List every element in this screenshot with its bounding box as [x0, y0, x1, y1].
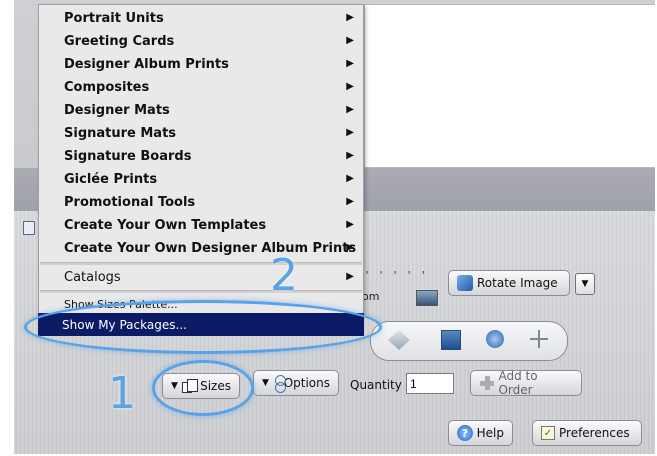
- submenu-arrow-icon: ▶: [346, 12, 354, 23]
- menu-item-label: Greeting Cards: [64, 34, 175, 49]
- add-to-order-button[interactable]: Add to Order: [470, 369, 582, 397]
- menu-item-label: Catalogs: [64, 270, 121, 285]
- rotate-image-button[interactable]: Rotate Image: [448, 270, 570, 296]
- rotate-dropdown-button[interactable]: ▼: [575, 273, 595, 295]
- help-label: Help: [476, 426, 504, 440]
- submenu-arrow-icon: ▶: [346, 104, 354, 115]
- menu-item-catalogs[interactable]: Catalogs ▶: [40, 266, 362, 289]
- menu-item-label: Designer Mats: [64, 103, 170, 118]
- callout-ring-step-1: [152, 360, 254, 416]
- sizes-dropdown-menu: Portrait Units ▶ Greeting Cards ▶ Designer…: [38, 4, 364, 316]
- submenu-arrow-icon: ▶: [346, 219, 354, 230]
- menu-item-designer-album-prints[interactable]: Designer Album Prints ▶: [40, 53, 362, 76]
- refresh-icon[interactable]: [486, 330, 504, 348]
- options-icon: [273, 375, 286, 393]
- quantity-field[interactable]: [406, 373, 454, 394]
- help-icon: ?: [457, 425, 473, 441]
- submenu-arrow-icon: ▶: [346, 242, 354, 253]
- menu-item-designer-mats[interactable]: Designer Mats ▶: [40, 99, 362, 122]
- submenu-arrow-icon: ▶: [346, 173, 354, 184]
- menu-item-signature-boards[interactable]: Signature Boards ▶: [40, 145, 362, 168]
- callout-ring-step-2: [24, 300, 382, 354]
- submenu-arrow-icon: ▶: [346, 196, 354, 207]
- submenu-arrow-icon: ▶: [346, 127, 354, 138]
- preferences-label: Preferences: [559, 426, 630, 440]
- menu-item-label: Portrait Units: [64, 11, 164, 26]
- step-2-number: 2: [270, 250, 298, 301]
- chevron-down-icon: ▼: [262, 378, 269, 388]
- submenu-arrow-icon: ▶: [346, 35, 354, 46]
- submenu-arrow-icon: ▶: [346, 58, 354, 69]
- menu-item-label: Promotional Tools: [64, 195, 196, 210]
- thumbnail-icon[interactable]: [416, 290, 438, 306]
- submenu-arrow-icon: ▶: [346, 150, 354, 161]
- chevron-down-icon: ▼: [581, 279, 589, 289]
- frame-icon: [23, 221, 35, 235]
- menu-item-label: Create Your Own Templates: [64, 218, 267, 233]
- menu-item-signature-mats[interactable]: Signature Mats ▶: [40, 122, 362, 145]
- submenu-arrow-icon: ▶: [346, 271, 354, 282]
- zoom-label: om: [362, 290, 380, 303]
- menu-item-label: Create Your Own Designer Album Prints: [64, 241, 357, 256]
- menu-item-promotional-tools[interactable]: Promotional Tools ▶: [40, 191, 362, 214]
- rotate-image-label: Rotate Image: [477, 276, 558, 290]
- menu-item-portrait-units[interactable]: Portrait Units ▶: [40, 7, 362, 30]
- add-to-order-label: Add to Order: [498, 369, 538, 397]
- fit-icon[interactable]: [441, 330, 461, 350]
- options-label: Options: [283, 376, 330, 390]
- image-preview: [364, 4, 655, 168]
- menu-item-label: Signature Mats: [64, 126, 177, 141]
- menu-item-create-own-templates[interactable]: Create Your Own Templates ▶: [40, 214, 362, 237]
- menu-item-greeting-cards[interactable]: Greeting Cards ▶: [40, 30, 362, 53]
- preferences-button[interactable]: ✓ Preferences: [532, 420, 642, 446]
- menu-item-label: Giclée Prints: [64, 172, 158, 187]
- step-1-number: 1: [108, 368, 136, 419]
- options-button[interactable]: ▼ Options: [253, 370, 339, 396]
- menu-item-create-own-designer-album-prints[interactable]: Create Your Own Designer Album Prints ▶: [40, 237, 362, 260]
- menu-item-giclee-prints[interactable]: Giclée Prints ▶: [40, 168, 362, 191]
- menu-item-label: Designer Album Prints: [64, 57, 229, 72]
- menu-item-label: Composites: [64, 80, 150, 95]
- submenu-arrow-icon: ▶: [346, 81, 354, 92]
- menu-separator: [40, 262, 362, 265]
- plus-icon: [479, 375, 495, 391]
- menu-item-label: Signature Boards: [64, 149, 192, 164]
- quantity-label: Quantity: [350, 378, 402, 392]
- crop-icon[interactable]: [530, 330, 548, 348]
- rotate-icon: [457, 275, 473, 291]
- checkbox-icon: ✓: [541, 426, 555, 440]
- help-button[interactable]: ? Help: [448, 420, 513, 446]
- menu-item-composites[interactable]: Composites ▶: [40, 76, 362, 99]
